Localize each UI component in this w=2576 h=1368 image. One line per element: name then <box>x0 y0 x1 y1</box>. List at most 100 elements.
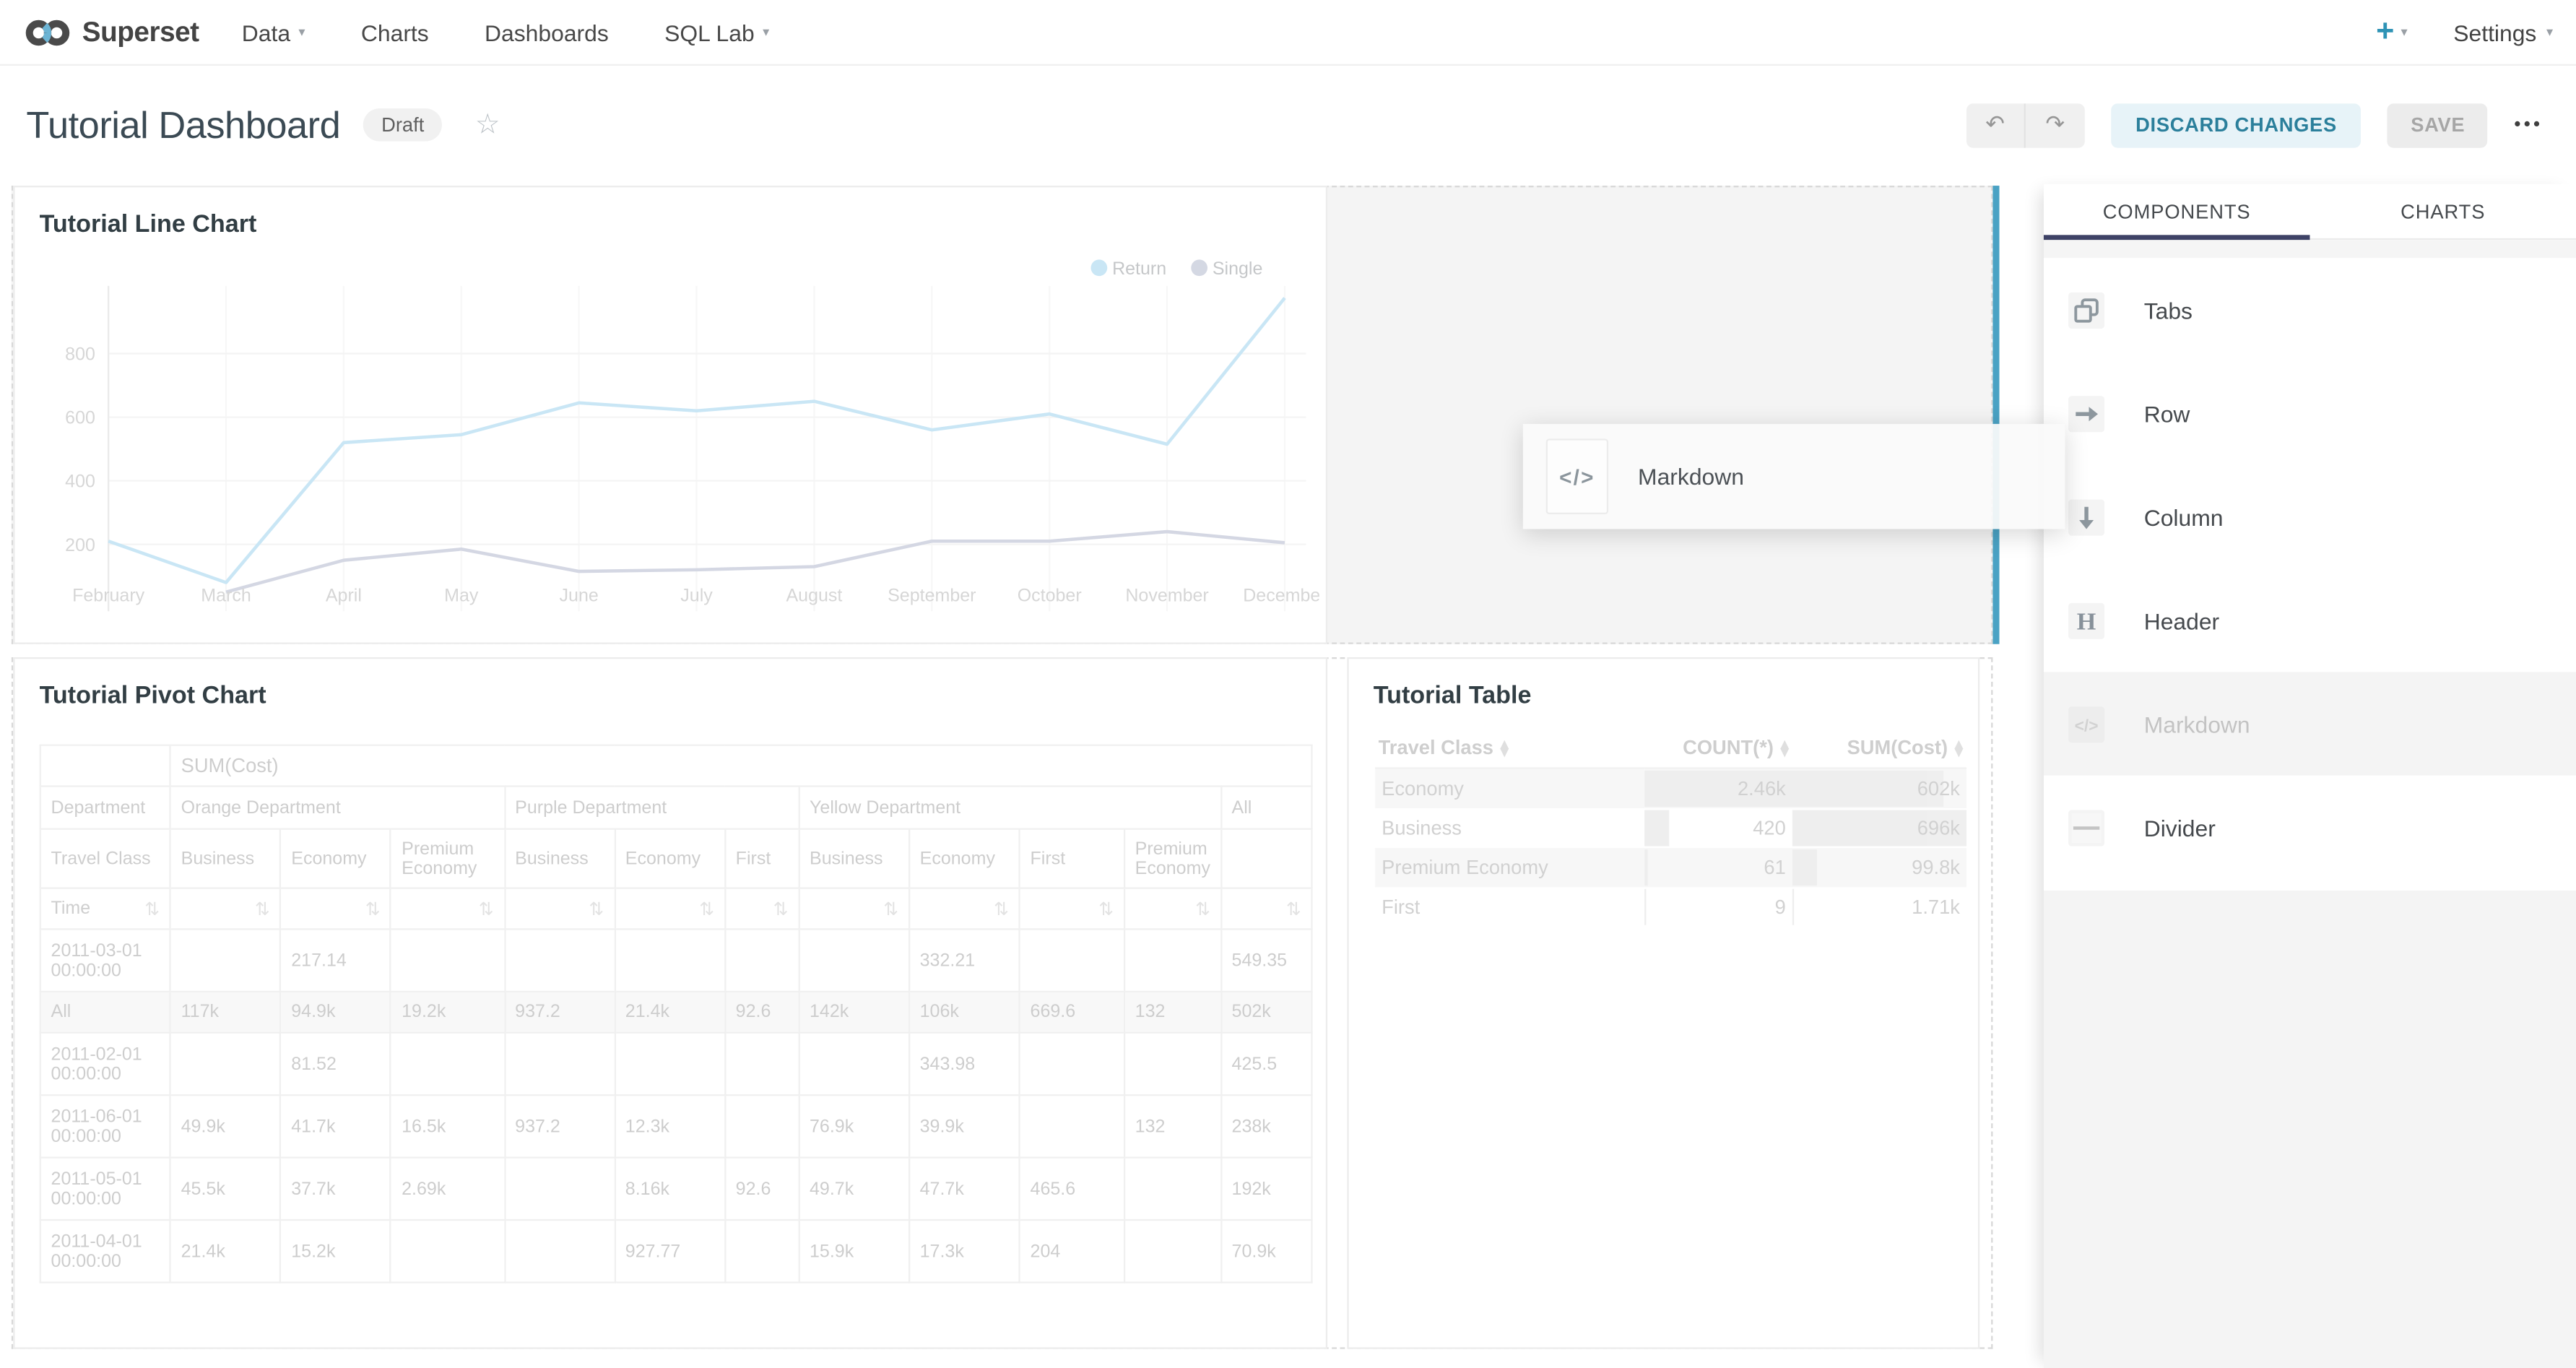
brand-name: Superset <box>82 16 199 48</box>
settings-menu[interactable]: Settings ▾ <box>2453 19 2553 45</box>
pivot-sort-cell[interactable]: ⇅ <box>504 888 615 930</box>
value-cell: 420 <box>1644 808 1792 847</box>
page-title[interactable]: Tutorial Dashboard <box>26 103 340 147</box>
sidebar-empty-area <box>2044 891 2576 1368</box>
sidebar-item-column[interactable]: Column <box>2044 465 2576 568</box>
sort-icon[interactable]: ⇅ <box>144 898 160 919</box>
pivot-value-cell <box>725 929 799 991</box>
pivot-sort-cell[interactable]: ⇅ <box>799 888 909 930</box>
pivot-sort-cell[interactable]: ⇅ <box>280 888 391 930</box>
pivot-value-cell: 94.9k <box>280 992 391 1033</box>
pivot-row-label: 2011-02-01 00:00:00 <box>40 1033 170 1095</box>
sidebar-item-header[interactable]: HHeader <box>2044 568 2576 672</box>
redo-button[interactable]: ↷ <box>2026 103 2085 147</box>
sidebar-item-divider[interactable]: Divider <box>2044 776 2576 879</box>
pivot-row-label: 2011-05-01 00:00:00 <box>40 1158 170 1220</box>
svg-text:October: October <box>1018 586 1082 606</box>
sidebar-item-row[interactable]: Row <box>2044 361 2576 464</box>
svg-text:July: July <box>680 586 713 606</box>
pivot-value-cell <box>170 1033 281 1095</box>
sort-icon[interactable]: ⇅ <box>255 898 270 919</box>
pivot-value-cell: 70.9k <box>1221 1220 1312 1282</box>
row-label-cell: Premium Economy <box>1375 847 1644 887</box>
overflow-menu-button[interactable]: ••• <box>2515 115 2544 134</box>
sort-icon[interactable]: ⇅ <box>994 898 1009 919</box>
column-header-count-[interactable]: COUNT(*)▲▼ <box>1644 728 1792 769</box>
save-button[interactable]: SAVE <box>2388 103 2488 147</box>
pivot-sort-cell[interactable]: ⇅ <box>1124 888 1221 930</box>
data-table-card[interactable]: Tutorial Table Travel Class▲▼COUNT(*)▲▼S… <box>1347 657 1979 1349</box>
nav-item-dashboards[interactable]: Dashboards <box>485 19 609 45</box>
chevron-down-icon: ▾ <box>298 25 305 39</box>
sort-icon[interactable]: ⇅ <box>773 898 788 919</box>
favorite-star-icon[interactable]: ☆ <box>475 108 500 141</box>
pivot-value-cell: 927.77 <box>615 1220 725 1282</box>
drag-preview-markdown[interactable]: </> Markdown <box>1523 424 2065 529</box>
sort-icon[interactable]: ⇅ <box>1195 898 1210 919</box>
cell-text: Premium Economy <box>1379 855 1642 878</box>
pivot-value-cell: 15.2k <box>280 1220 391 1282</box>
new-item-button[interactable]: + ▾ <box>2376 17 2408 48</box>
chart-title: Tutorial Pivot Chart <box>40 682 266 710</box>
pivot-class-header: First <box>725 829 799 888</box>
pivot-value-cell: 19.2k <box>391 992 504 1033</box>
sort-carets-icon[interactable]: ▲▼ <box>1500 741 1509 758</box>
discard-changes-button[interactable]: DISCARD CHANGES <box>2111 103 2362 147</box>
superset-brand[interactable]: Superset <box>0 16 199 48</box>
svg-text:400: 400 <box>65 472 95 492</box>
pivot-value-cell: 132 <box>1124 992 1221 1033</box>
svg-text:March: March <box>201 586 251 606</box>
pivot-sort-cell[interactable]: ⇅ <box>391 888 504 930</box>
pivot-sort-cell[interactable]: ⇅ <box>909 888 1020 930</box>
tab-components[interactable]: COMPONENTS <box>2044 184 2310 238</box>
line-chart-card[interactable]: Tutorial Line Chart 200400600800February… <box>13 186 1327 644</box>
sort-carets-icon[interactable]: ▲▼ <box>1954 741 1963 758</box>
pivot-value-cell: 937.2 <box>504 992 615 1033</box>
nav-item-charts[interactable]: Charts <box>361 19 429 45</box>
column-header-label: Travel Class <box>1379 736 1493 759</box>
sort-icon[interactable]: ⇅ <box>365 898 381 919</box>
nav-item-data[interactable]: Data▾ <box>242 19 305 45</box>
sort-icon[interactable]: ⇅ <box>699 898 714 919</box>
sidebar-item-markdown[interactable]: </>Markdown <box>2044 672 2576 775</box>
pivot-chart-card[interactable]: Tutorial Pivot Chart SUM(Cost)Department… <box>13 657 1327 1349</box>
column-header-travel-class[interactable]: Travel Class ▲▼ <box>1375 728 1644 769</box>
pivot-value-cell <box>1124 1220 1221 1282</box>
sort-icon[interactable]: ⇅ <box>883 898 898 919</box>
pivot-value-cell: 465.6 <box>1020 1158 1124 1220</box>
sort-carets-icon[interactable]: ▲▼ <box>1780 741 1789 758</box>
sort-icon[interactable]: ⇅ <box>479 898 494 919</box>
pivot-value-cell: 343.98 <box>909 1033 1020 1095</box>
pivot-time-label[interactable]: Time⇅ <box>40 888 170 930</box>
cell-text: 2.46k <box>1648 776 1790 800</box>
pivot-value-cell: 37.7k <box>280 1158 391 1220</box>
pivot-value-cell <box>1020 929 1124 991</box>
pivot-sort-cell[interactable]: ⇅ <box>170 888 281 930</box>
sidebar-item-label: Tabs <box>2144 297 2193 323</box>
nav-item-label: SQL Lab <box>664 19 755 45</box>
status-badge: Draft <box>363 108 442 141</box>
pivot-value-cell <box>725 1033 799 1095</box>
pivot-sort-row: Time⇅⇅⇅⇅⇅⇅⇅⇅⇅⇅⇅⇅ <box>40 888 1312 930</box>
pivot-value-cell: 92.6 <box>725 992 799 1033</box>
sidebar-tabs: COMPONENTSCHARTS <box>2044 184 2576 240</box>
pivot-value-cell <box>615 929 725 991</box>
pivot-value-cell: 49.9k <box>170 1095 281 1157</box>
pivot-class-header: Economy <box>280 829 391 888</box>
pivot-sort-cell[interactable]: ⇅ <box>1221 888 1312 930</box>
sidebar-item-tabs[interactable]: Tabs <box>2044 258 2576 361</box>
data-table-wrap: Travel Class▲▼COUNT(*)▲▼SUM(Cost)▲▼Econo… <box>1375 728 1966 926</box>
value-cell: 61 <box>1644 847 1792 887</box>
pivot-sort-cell[interactable]: ⇅ <box>725 888 799 930</box>
undo-button[interactable]: ↶ <box>1966 103 2026 147</box>
sort-icon[interactable]: ⇅ <box>1286 898 1301 919</box>
sort-icon[interactable]: ⇅ <box>589 898 604 919</box>
pivot-class-header: Economy <box>909 829 1020 888</box>
pivot-sort-cell[interactable]: ⇅ <box>615 888 725 930</box>
pivot-row-label: 2011-04-01 00:00:00 <box>40 1220 170 1282</box>
column-header-sum-cost-[interactable]: SUM(Cost)▲▼ <box>1792 728 1966 769</box>
tab-charts[interactable]: CHARTS <box>2310 184 2576 238</box>
nav-item-sql-lab[interactable]: SQL Lab▾ <box>664 19 769 45</box>
sort-icon[interactable]: ⇅ <box>1098 898 1114 919</box>
pivot-sort-cell[interactable]: ⇅ <box>1020 888 1124 930</box>
